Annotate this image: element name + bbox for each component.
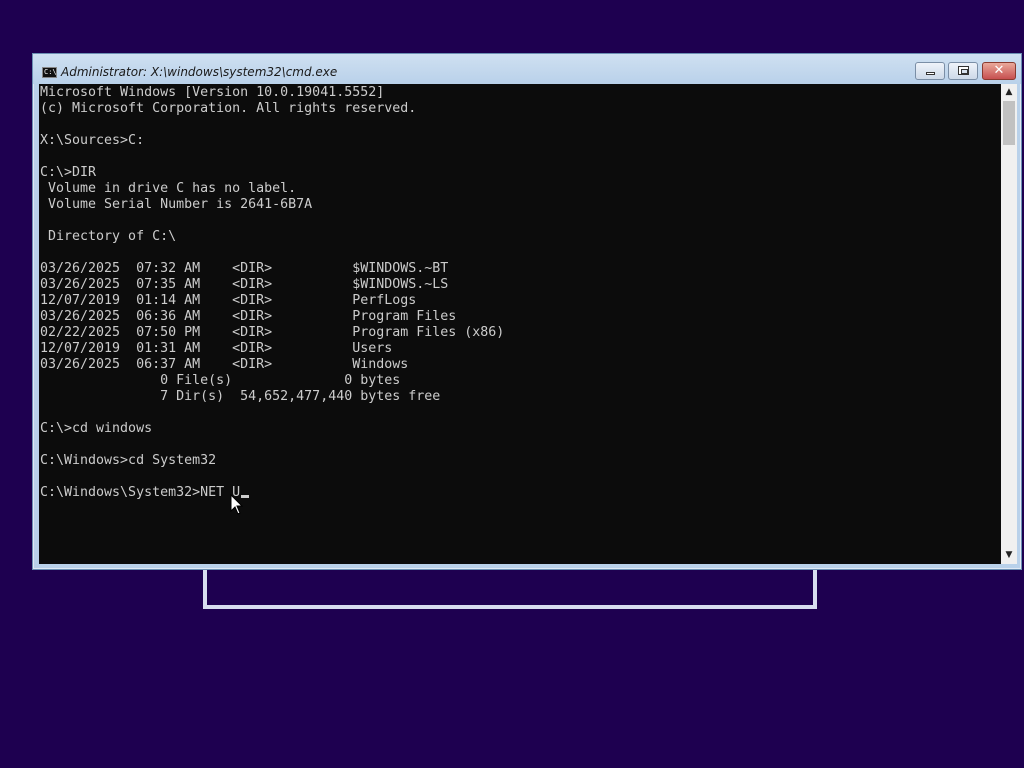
cmd-window: C:\ Administrator: X:\windows\system32\c… <box>32 53 1022 570</box>
console-line: 7 Dir(s) 54,652,477,440 bytes free <box>40 389 441 404</box>
console-line: 03/26/2025 07:35 AM <DIR> $WINDOWS.~LS <box>40 277 449 292</box>
console-line: Microsoft Windows [Version 10.0.19041.55… <box>40 85 385 100</box>
console-line: Volume Serial Number is 2641-6B7A <box>40 197 313 212</box>
window-title: Administrator: X:\windows\system32\cmd.e… <box>61 65 338 79</box>
maximize-button[interactable] <box>948 62 978 80</box>
close-button[interactable]: ✕ <box>982 62 1016 80</box>
console-line: 02/22/2025 07:50 PM <DIR> Program Files … <box>40 325 505 340</box>
cmd-icon: C:\ <box>42 67 57 78</box>
console-line: 0 File(s) 0 bytes <box>40 373 401 388</box>
scroll-up-arrow-icon[interactable]: ▲ <box>1001 84 1017 101</box>
console-output[interactable]: Microsoft Windows [Version 10.0.19041.55… <box>39 84 1001 564</box>
console-line: C:\>DIR <box>40 165 97 180</box>
scroll-thumb[interactable] <box>1003 101 1015 145</box>
title-bar[interactable]: C:\ Administrator: X:\windows\system32\c… <box>33 54 1021 84</box>
minimize-button[interactable] <box>915 62 945 80</box>
vertical-scrollbar[interactable]: ▲ ▼ <box>1001 84 1017 564</box>
console-line: C:\Windows>cd System32 <box>40 453 217 468</box>
console-line: Directory of C:\ <box>40 229 177 244</box>
mouse-pointer-icon <box>230 494 244 515</box>
minimize-icon <box>926 72 935 75</box>
console-line: 12/07/2019 01:14 AM <DIR> PerfLogs <box>40 293 417 308</box>
console-line: 03/26/2025 06:36 AM <DIR> Program Files <box>40 309 457 324</box>
console-line: C:\Windows\System32>NET U <box>40 485 241 500</box>
console-line: X:\Sources>C: <box>40 133 145 148</box>
scroll-down-arrow-icon[interactable]: ▼ <box>1001 547 1017 564</box>
console-line: Volume in drive C has no label. <box>40 181 297 196</box>
console-line: 12/07/2019 01:31 AM <DIR> Users <box>40 341 393 356</box>
console-line: 03/26/2025 06:37 AM <DIR> Windows <box>40 357 409 372</box>
console-line: C:\>cd windows <box>40 421 153 436</box>
console-line: 03/26/2025 07:32 AM <DIR> $WINDOWS.~BT <box>40 261 449 276</box>
console-line: (c) Microsoft Corporation. All rights re… <box>40 101 417 116</box>
close-icon: ✕ <box>993 63 1005 78</box>
maximize-icon <box>958 66 969 75</box>
